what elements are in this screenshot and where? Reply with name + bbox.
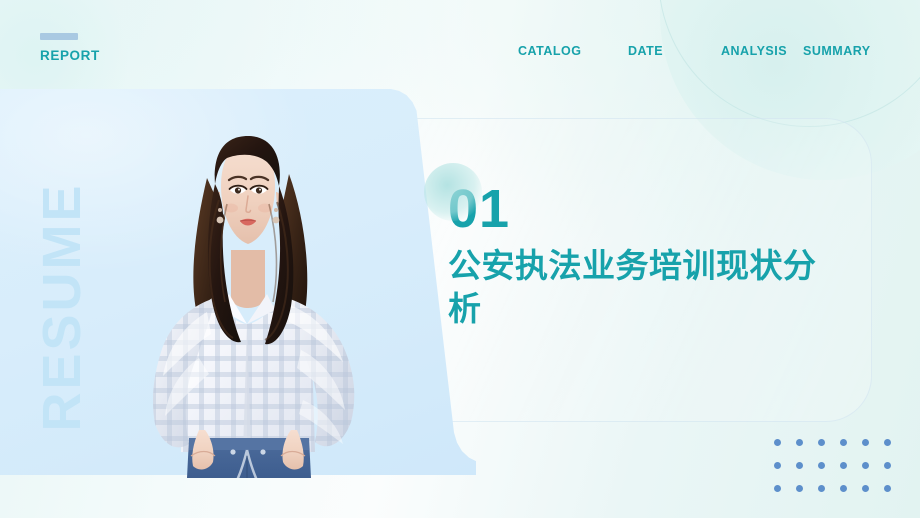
grid-dot — [796, 439, 803, 446]
grid-dot — [774, 439, 781, 446]
brand-accent-bar — [40, 33, 78, 40]
grid-dot — [862, 485, 869, 492]
grid-dot — [818, 439, 825, 446]
slide-header: REPORT CATALOG DATE ANALYSIS SUMMARY — [0, 0, 920, 89]
grid-dot — [774, 462, 781, 469]
brand-label: REPORT — [40, 48, 100, 63]
grid-dot — [884, 462, 891, 469]
grid-dot — [796, 485, 803, 492]
grid-dot — [818, 485, 825, 492]
nav-item-summary[interactable]: SUMMARY — [803, 43, 870, 60]
grid-dot — [862, 462, 869, 469]
nav-item-date[interactable]: DATE — [628, 43, 721, 60]
woman-portrait-image — [103, 100, 393, 518]
presentation-slide: REPORT CATALOG DATE ANALYSIS SUMMARY RES… — [0, 0, 920, 518]
grid-dot — [774, 485, 781, 492]
main-navigation[interactable]: CATALOG DATE ANALYSIS SUMMARY — [518, 43, 888, 60]
grid-dot — [884, 439, 891, 446]
section-heading: 公安执法业务培训现状分析 — [448, 247, 817, 327]
decorative-dot-grid — [774, 439, 906, 508]
grid-dot — [796, 462, 803, 469]
grid-dot — [840, 462, 847, 469]
brand: REPORT — [40, 33, 100, 63]
grid-dot — [862, 439, 869, 446]
grid-dot — [818, 462, 825, 469]
section-title-block: 01 公安执法业务培训现状分析 — [424, 163, 858, 330]
nav-item-analysis[interactable]: ANALYSIS — [721, 43, 803, 60]
vertical-resume-label: RESUME — [32, 182, 92, 432]
nav-item-catalog[interactable]: CATALOG — [518, 43, 628, 60]
section-number: 01 — [448, 179, 511, 239]
grid-dot — [840, 439, 847, 446]
grid-dot — [884, 485, 891, 492]
grid-dot — [840, 485, 847, 492]
